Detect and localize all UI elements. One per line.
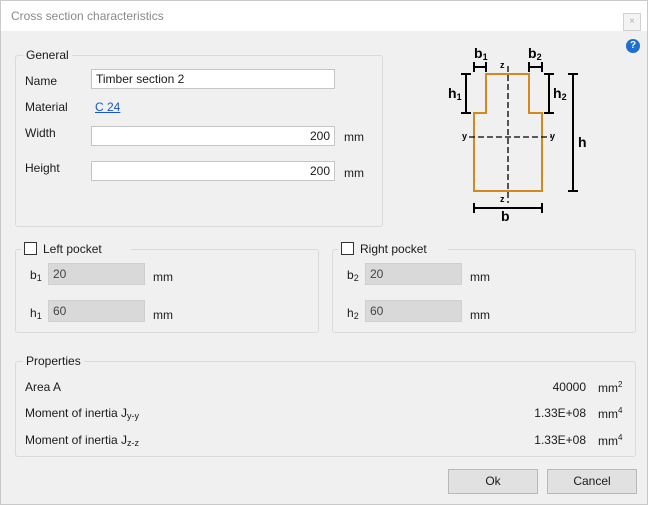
height-input[interactable]: [91, 161, 335, 181]
title-bar: Cross section characteristics ×: [1, 1, 647, 31]
name-input[interactable]: [91, 69, 335, 89]
inertia-yy-label: Moment of inertia Jy-y: [25, 406, 140, 421]
width-unit: mm: [344, 130, 364, 144]
left-pocket-header: Left pocket: [21, 241, 131, 257]
left-pocket-b-unit: mm: [153, 270, 173, 284]
b-dim-label: b: [501, 208, 510, 221]
height-unit: mm: [344, 166, 364, 180]
height-label: Height: [25, 161, 60, 175]
left-pocket-label: Left pocket: [43, 242, 102, 256]
right-pocket-b-input[interactable]: [365, 263, 462, 285]
h2-dim-label: h2: [553, 85, 567, 102]
right-pocket-b-unit: mm: [470, 270, 490, 284]
z-bottom-label: z: [500, 194, 505, 204]
left-pocket-h-unit: mm: [153, 308, 173, 322]
inertia-zz-label: Moment of inertia Jz-z: [25, 433, 140, 448]
area-value: 40000: [552, 380, 586, 394]
properties-legend: Properties: [23, 354, 84, 368]
inertia-yy-unit: mm4: [598, 406, 623, 421]
inertia-yy-value: 1.33E+08: [534, 406, 586, 420]
left-pocket-b-label: b1: [30, 268, 42, 283]
close-button[interactable]: ×: [623, 13, 641, 31]
left-pocket-h-label: h1: [30, 306, 42, 321]
material-label: Material: [25, 100, 68, 114]
ok-button[interactable]: Ok: [448, 469, 538, 494]
b1-dim-label: b1: [474, 45, 488, 62]
right-pocket-b-label: b2: [347, 268, 359, 283]
close-icon: ×: [629, 16, 635, 27]
right-pocket-h-label: h2: [347, 306, 359, 321]
right-pocket-h-unit: mm: [470, 308, 490, 322]
width-input[interactable]: [91, 126, 335, 146]
h1-dim-label: h1: [448, 85, 462, 102]
width-label: Width: [25, 126, 56, 140]
right-pocket-h-input[interactable]: [365, 300, 462, 322]
cross-section-diagram: z z y y b1 b2 h1 h2 h b: [448, 45, 587, 221]
left-pocket-h-input[interactable]: [48, 300, 145, 322]
name-label: Name: [25, 74, 58, 88]
y-left-label: y: [462, 131, 467, 141]
dialog-window: Cross section characteristics × ? Genera…: [0, 0, 648, 505]
right-pocket-header: Right pocket: [338, 241, 448, 257]
material-link[interactable]: C 24: [95, 100, 120, 114]
area-unit: mm2: [598, 380, 623, 395]
b2-dim-label: b2: [528, 45, 542, 62]
general-legend: General: [23, 48, 72, 62]
window-title: Cross section characteristics: [11, 9, 164, 23]
right-pocket-label: Right pocket: [360, 242, 427, 256]
h-dim-label: h: [578, 134, 587, 150]
y-right-label: y: [550, 131, 555, 141]
left-pocket-checkbox[interactable]: [24, 242, 37, 255]
right-pocket-checkbox[interactable]: [341, 242, 354, 255]
cancel-button[interactable]: Cancel: [547, 469, 637, 494]
help-icon[interactable]: ?: [626, 39, 640, 53]
left-pocket-b-input[interactable]: [48, 263, 145, 285]
inertia-zz-unit: mm4: [598, 433, 623, 448]
area-label: Area A: [25, 380, 62, 394]
inertia-zz-value: 1.33E+08: [534, 433, 586, 447]
z-top-label: z: [500, 60, 505, 70]
